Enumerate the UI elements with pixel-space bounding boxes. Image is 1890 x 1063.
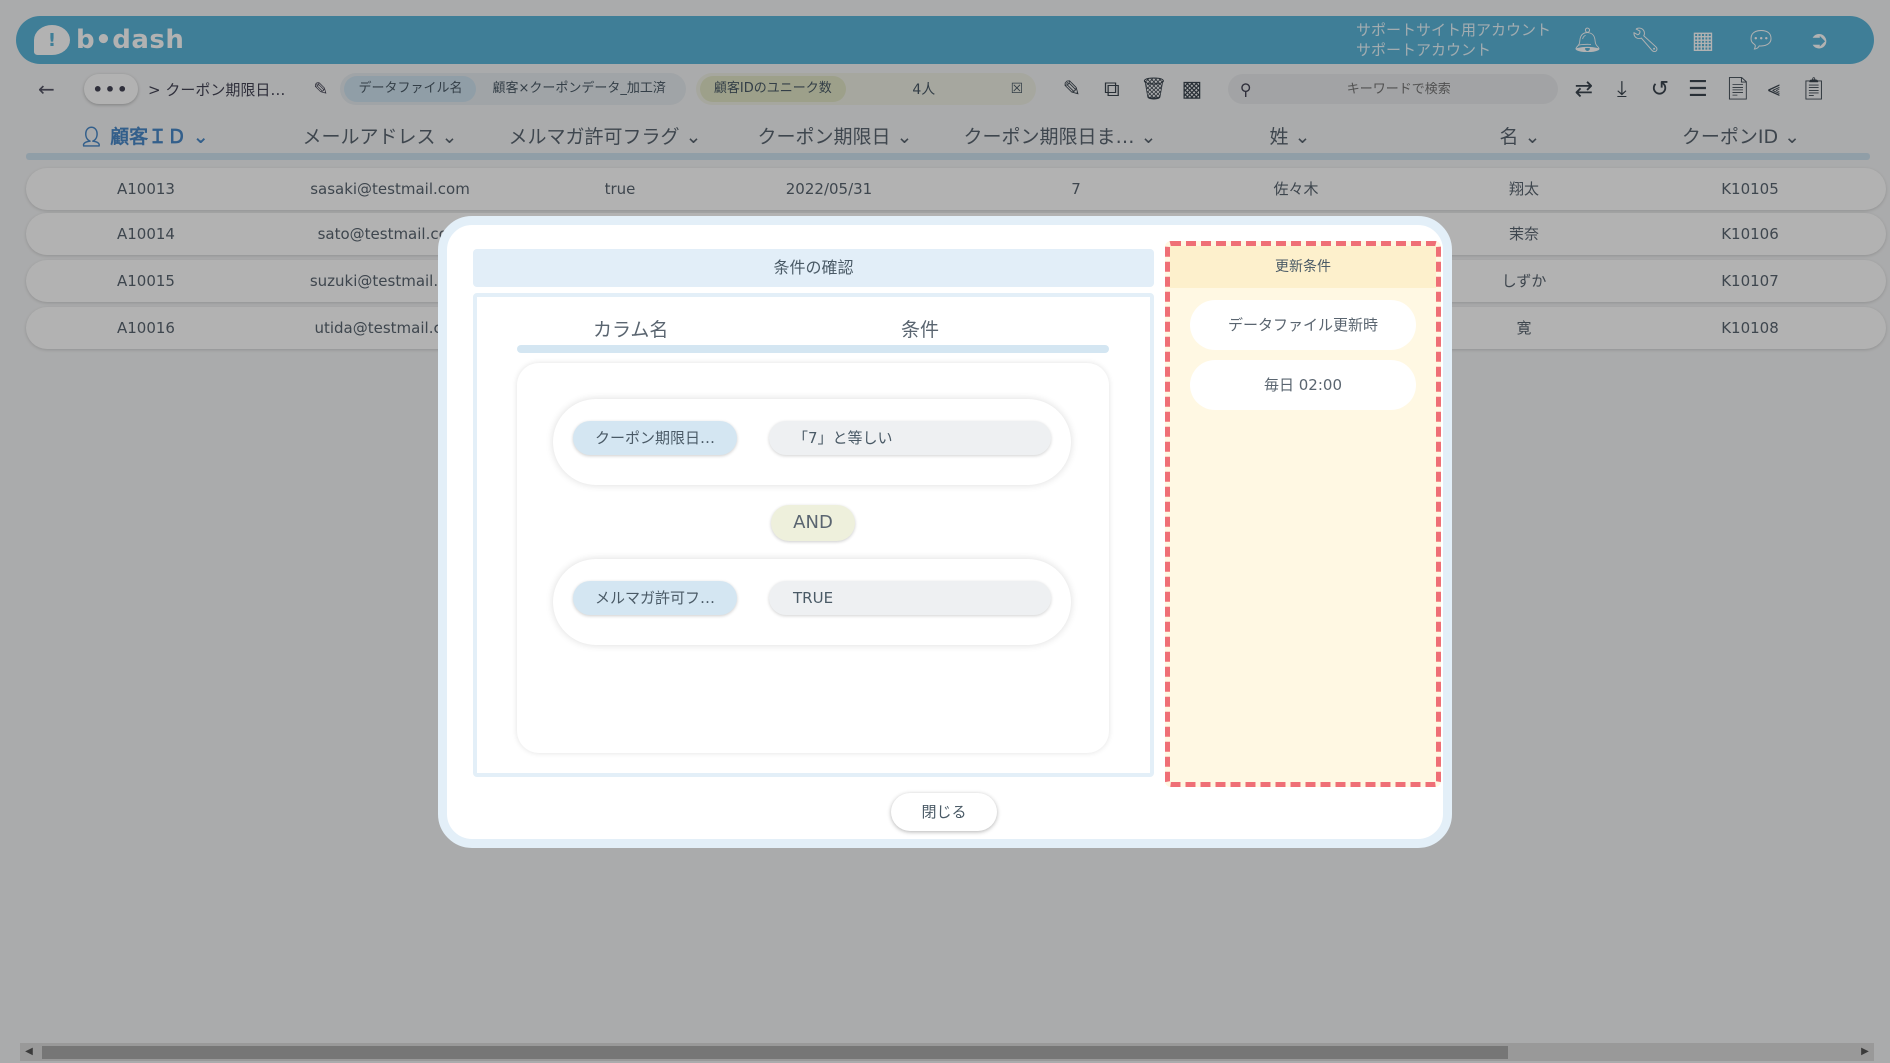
and-operator: AND bbox=[771, 505, 855, 541]
condition-heading: 条件 bbox=[901, 319, 940, 341]
condition-box: カラム名 条件 クーポン期限日… 「7」と等しい AND メルマガ許可フ… TR… bbox=[473, 293, 1154, 777]
update-condition-title: 更新条件 bbox=[1170, 246, 1436, 288]
rule-condition-chip: TRUE bbox=[769, 581, 1051, 615]
update-condition-panel: 更新条件 データファイル更新時 毎日 02:00 bbox=[1165, 241, 1441, 787]
condition-rule: メルマガ許可フ… TRUE bbox=[553, 559, 1071, 645]
update-trigger-item: データファイル更新時 bbox=[1190, 300, 1416, 350]
rule-column-chip: クーポン期限日… bbox=[573, 421, 737, 455]
condition-rule: クーポン期限日… 「7」と等しい bbox=[553, 399, 1071, 485]
update-schedule-item: 毎日 02:00 bbox=[1190, 360, 1416, 410]
close-button[interactable]: 閉じる bbox=[891, 793, 997, 831]
rules-panel: クーポン期限日… 「7」と等しい AND メルマガ許可フ… TRUE bbox=[517, 363, 1109, 753]
condition-confirm-dialog: 条件の確認 カラム名 条件 クーポン期限日… 「7」と等しい AND メルマガ許… bbox=[438, 216, 1452, 848]
rule-column-chip: メルマガ許可フ… bbox=[573, 581, 737, 615]
column-name-heading: カラム名 bbox=[593, 319, 669, 341]
rule-condition-chip: 「7」と等しい bbox=[769, 421, 1051, 455]
dialog-title: 条件の確認 bbox=[473, 249, 1154, 287]
heading-divider bbox=[517, 345, 1109, 353]
